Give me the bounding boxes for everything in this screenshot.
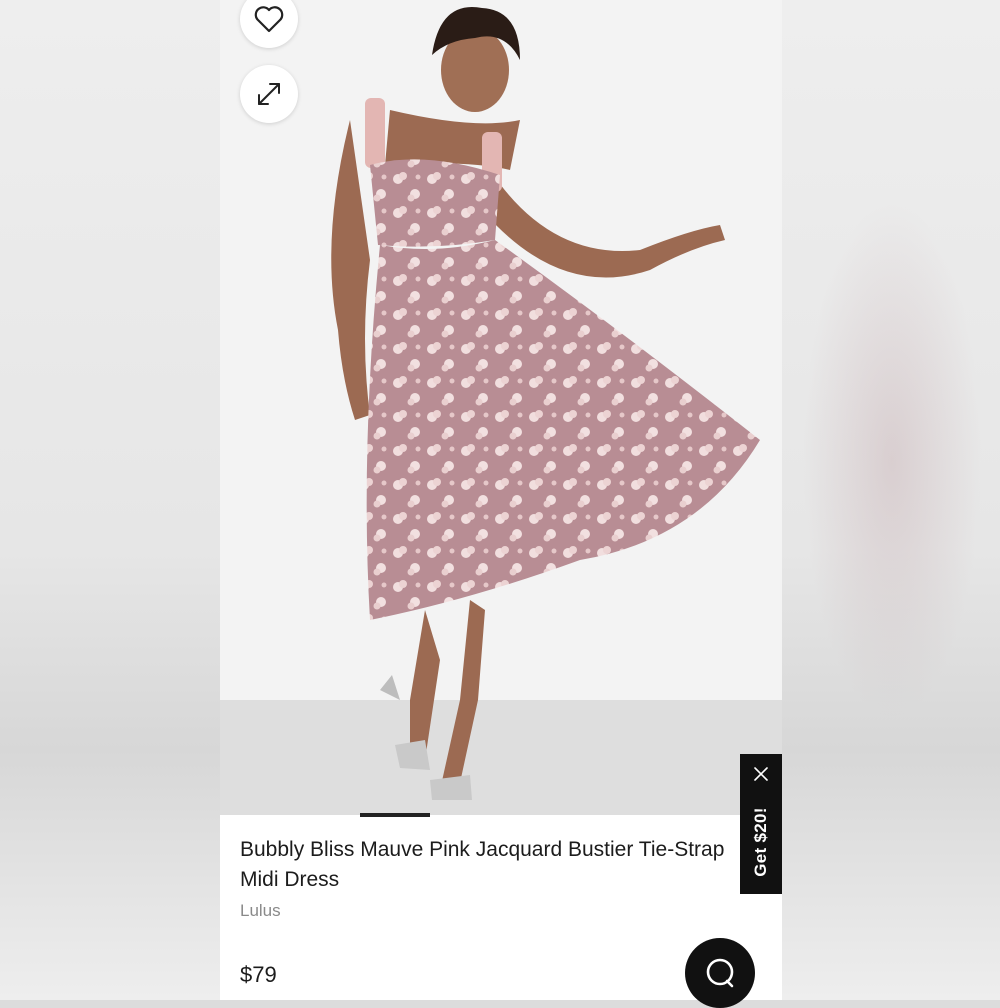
close-icon — [754, 767, 768, 781]
background-blur-right — [782, 0, 1000, 1000]
product-image[interactable] — [220, 0, 782, 815]
chat-bubble-icon — [706, 958, 734, 988]
background-blur-left — [0, 0, 220, 1000]
promo-tab[interactable]: Get $20! — [740, 754, 782, 894]
product-photo-illustration — [220, 0, 782, 815]
promo-close-button[interactable] — [740, 762, 782, 786]
expand-icon — [258, 83, 280, 105]
expand-image-button[interactable] — [240, 65, 298, 123]
promo-label: Get $20! — [751, 807, 770, 877]
chat-button[interactable] — [685, 938, 755, 1008]
product-title: Bubbly Bliss Mauve Pink Jacquard Bustier… — [240, 838, 725, 891]
product-brand[interactable]: Lulus — [240, 901, 281, 921]
product-price: $79 — [240, 962, 277, 987]
heart-icon — [254, 6, 284, 33]
product-screen: Bubbly Bliss Mauve Pink Jacquard Bustier… — [220, 0, 782, 1000]
